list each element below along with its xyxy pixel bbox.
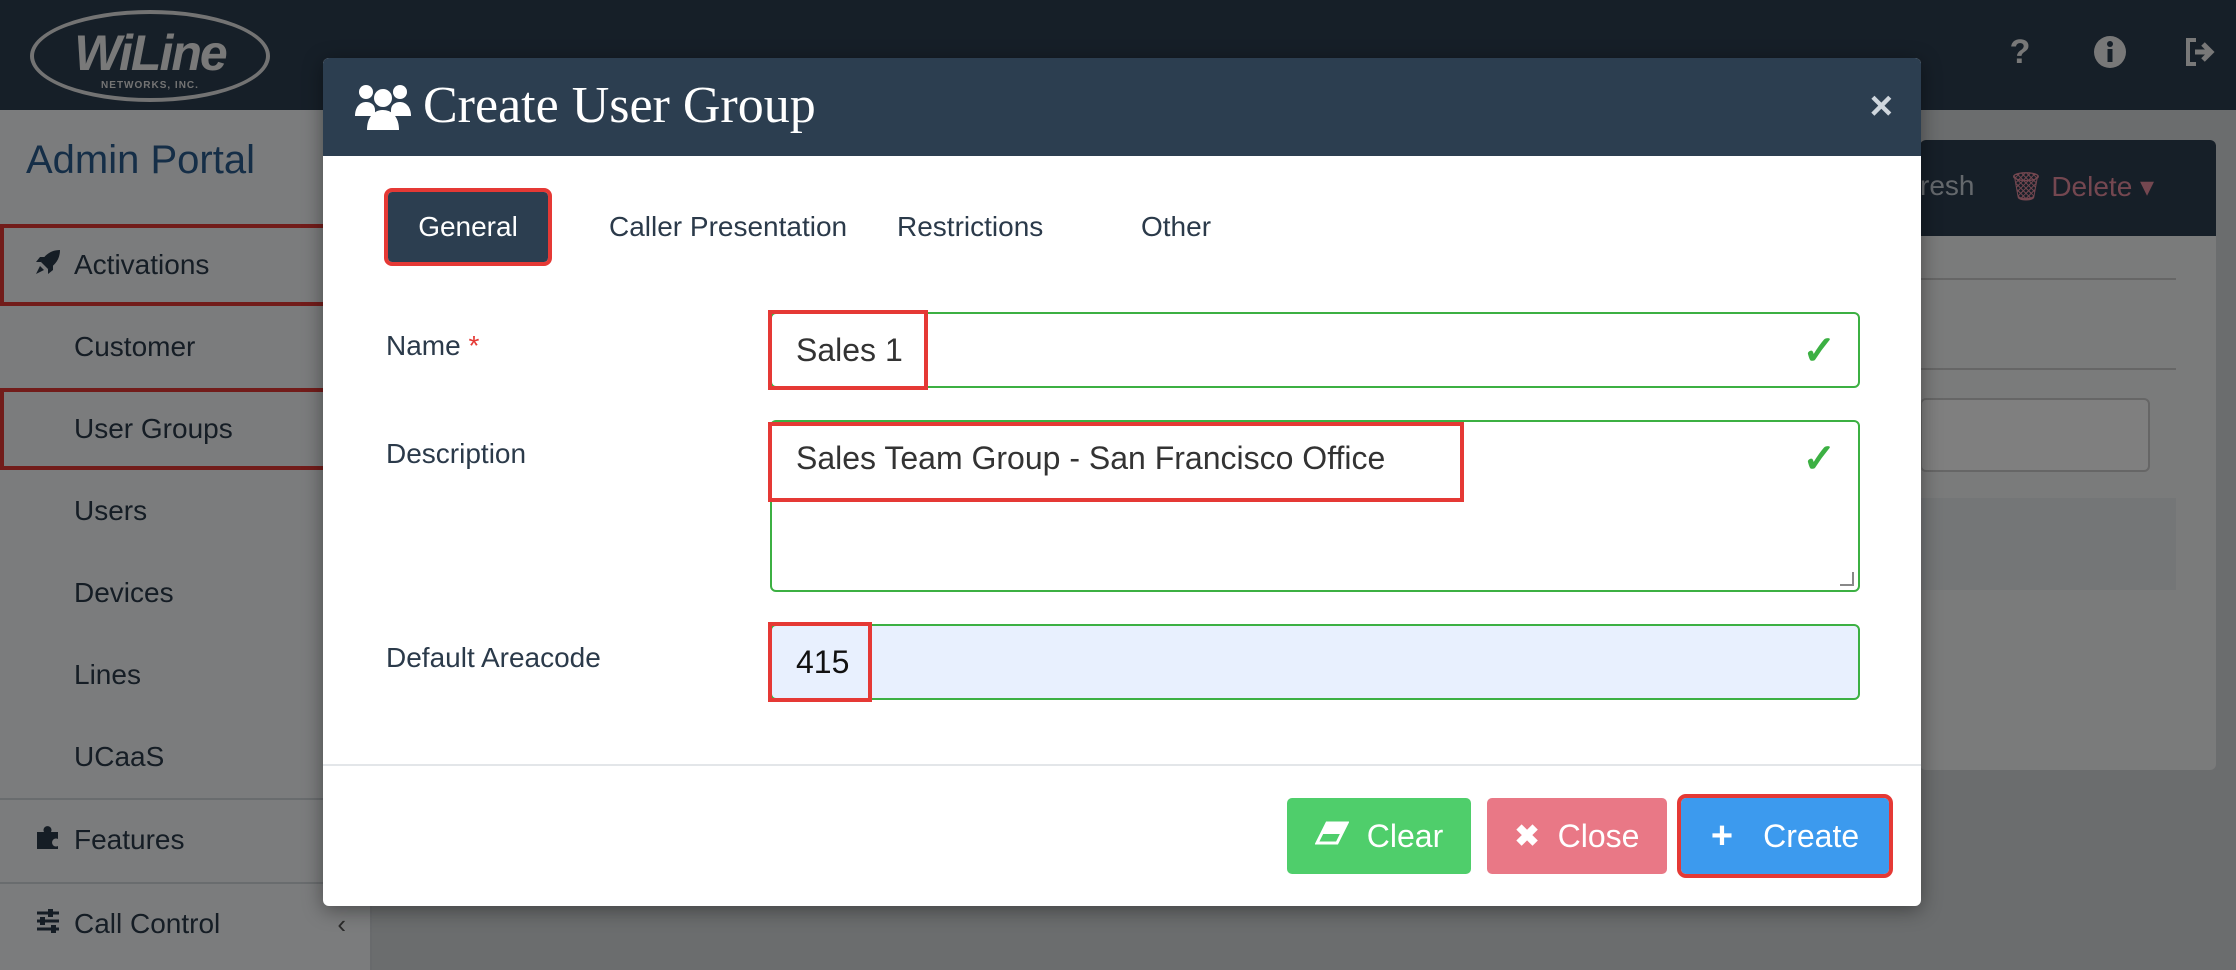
users-icon: [353, 76, 413, 136]
create-label: Create: [1763, 817, 1860, 854]
name-label: Name *: [386, 330, 479, 362]
description-label: Description: [386, 438, 527, 469]
plus-icon: +: [1710, 814, 1734, 857]
modal-title: Create User Group: [423, 77, 816, 134]
tab-caller-presentation[interactable]: Caller Presentation: [581, 192, 875, 262]
check-icon: ✓: [1802, 437, 1836, 481]
highlight-box: [768, 422, 1464, 502]
required-mark: *: [468, 330, 480, 361]
check-icon: ✓: [1802, 329, 1836, 373]
create-button[interactable]: + Create: [1677, 794, 1893, 878]
tab-other[interactable]: Other: [1113, 192, 1239, 262]
tab-restrictions[interactable]: Restrictions: [869, 192, 1071, 262]
eraser-icon: [1314, 819, 1350, 853]
highlight-box: [768, 622, 872, 702]
areacode-input[interactable]: 415: [770, 624, 1860, 700]
close-label: Close: [1557, 817, 1640, 854]
footer-divider: [323, 764, 1921, 766]
resize-handle-icon[interactable]: [1840, 572, 1854, 586]
clear-label: Clear: [1366, 817, 1444, 854]
areacode-label: Default Areacode: [386, 642, 601, 673]
times-icon: ✖: [1514, 819, 1540, 853]
clear-button[interactable]: Clear: [1287, 798, 1471, 874]
name-label-text: Name: [386, 330, 461, 361]
name-input[interactable]: Sales 1 ✓: [770, 312, 1860, 388]
close-icon[interactable]: ×: [1870, 84, 1893, 129]
close-button[interactable]: ✖ Close: [1487, 798, 1667, 874]
tab-general[interactable]: General: [384, 188, 552, 266]
modal-header: Create User Group ×: [323, 58, 1921, 156]
highlight-box: [768, 310, 928, 390]
create-user-group-modal: Create User Group × General Caller Prese…: [323, 58, 1921, 906]
